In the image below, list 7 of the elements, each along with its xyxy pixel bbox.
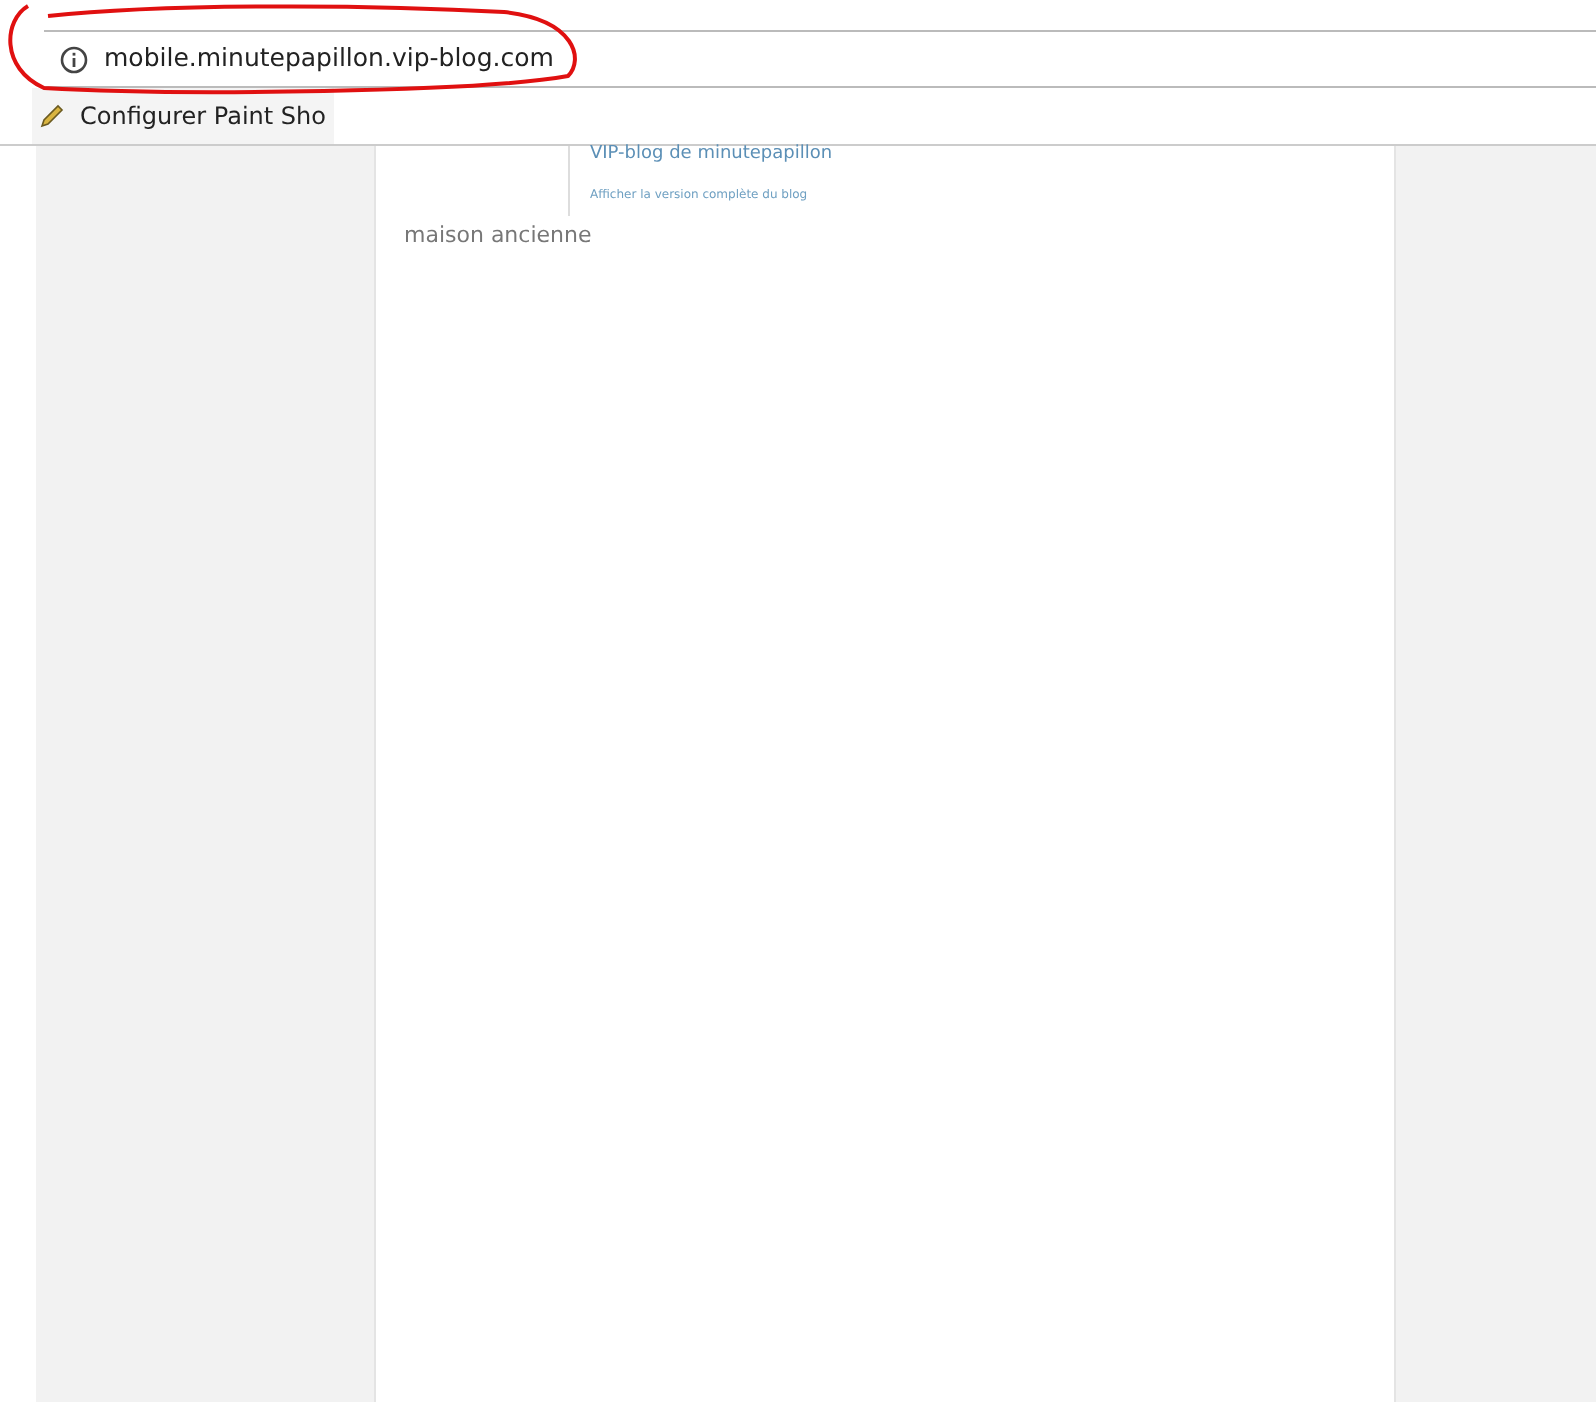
pencil-icon	[40, 104, 64, 128]
bookmark[interactable]: Configurer Paint Sho	[32, 88, 334, 144]
url-text: mobile.minutepapillon.vip-blog.com	[104, 40, 554, 77]
post-title: maison ancienne	[404, 220, 594, 252]
blog-title: VIP-blog de minutepapillon	[590, 146, 835, 164]
info-icon	[60, 45, 88, 73]
address-bar[interactable]: mobile.minutepapillon.vip-blog.com	[44, 30, 1596, 88]
